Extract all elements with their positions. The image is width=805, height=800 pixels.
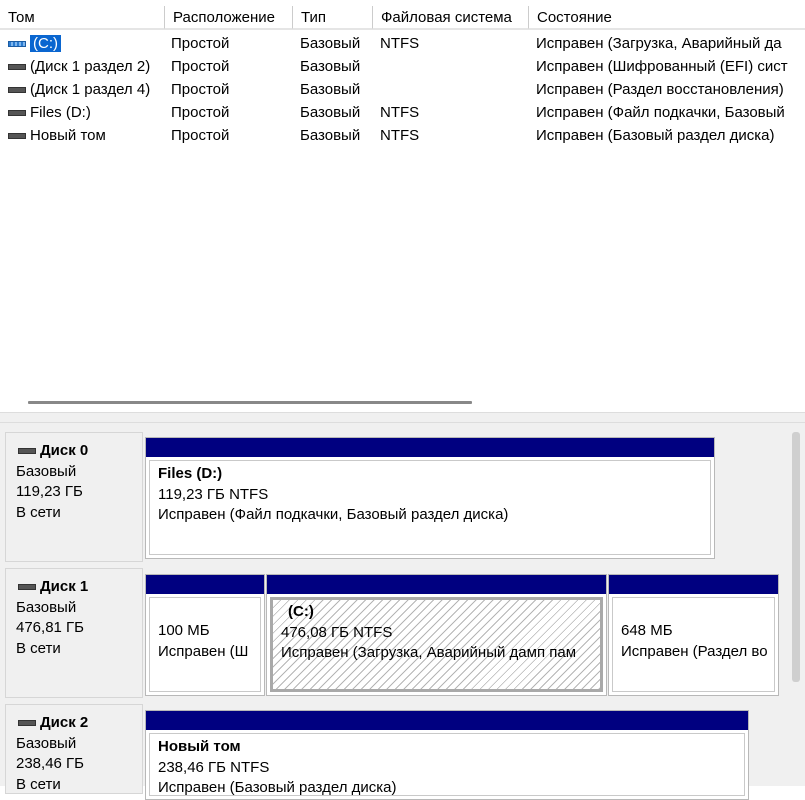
- partition-status: Исправен (Раздел во: [621, 642, 768, 660]
- disk-name: Диск 1: [40, 578, 89, 595]
- disk-state: В сети: [16, 639, 61, 657]
- volume-layout: Простой: [171, 127, 230, 144]
- partition-files-d[interactable]: Files (D:) 119,23 ГБ NTFS Исправен (Файл…: [145, 437, 715, 559]
- volume-status: Исправен (Базовый раздел диска): [536, 127, 775, 144]
- disk-kind: Базовый: [16, 598, 77, 616]
- partition-bar: [609, 575, 778, 594]
- partition-size: 119,23 ГБ NTFS: [158, 485, 269, 503]
- volume-filesystem: NTFS: [380, 104, 420, 121]
- column-header-status[interactable]: Состояние: [529, 6, 805, 29]
- column-header-layout[interactable]: Расположение: [165, 6, 293, 29]
- volume-status: Исправен (Раздел восстановления): [536, 81, 784, 98]
- partition-disk1-efi[interactable]: 100 МБ Исправен (Ш: [145, 574, 265, 696]
- volume-layout: Простой: [171, 104, 230, 121]
- disk-size: 119,23 ГБ: [16, 483, 83, 500]
- partition-status: Исправен (Базовый раздел диска): [158, 779, 397, 796]
- header-divider: [0, 29, 805, 30]
- volume-name: (Диск 1 раздел 2): [30, 58, 151, 75]
- volume-status: Исправен (Шифрованный (EFI) сист: [536, 58, 788, 75]
- disk-state: В сети: [16, 503, 61, 521]
- partition-c[interactable]: (C:) 476,08 ГБ NTFS Исправен (Загрузка, …: [266, 574, 607, 696]
- volume-name: (C:): [30, 35, 61, 52]
- volume-layout: Простой: [171, 35, 230, 52]
- volume-icon: [8, 87, 26, 93]
- volume-icon: [8, 133, 26, 139]
- vertical-scrollbar[interactable]: [792, 432, 800, 682]
- partition-status: Исправен (Файл подкачки, Базовый раздел …: [158, 506, 509, 523]
- volume-row-disk1-part4[interactable]: (Диск 1 раздел 4) Простой Базовый Исправ…: [0, 78, 805, 101]
- system-volume-icon: [8, 41, 26, 47]
- volume-row-files-d[interactable]: Files (D:) Простой Базовый NTFS Исправен…: [0, 101, 805, 124]
- volume-layout: Простой: [171, 58, 230, 75]
- disk-0-label[interactable]: Диск 0 Базовый 119,23 ГБ В сети: [5, 432, 143, 562]
- partition-title: Новый том: [158, 738, 241, 755]
- partition-size: 476,08 ГБ NTFS: [281, 623, 393, 641]
- column-header-type[interactable]: Тип: [293, 6, 373, 29]
- volume-layout: Простой: [171, 81, 230, 98]
- volume-type: Базовый: [300, 104, 361, 121]
- volume-type: Базовый: [300, 58, 361, 75]
- disk-size: 238,46 ГБ: [16, 755, 85, 772]
- partition-bar: [146, 711, 748, 730]
- volume-row-new-volume[interactable]: Новый том Простой Базовый NTFS Исправен …: [0, 124, 805, 147]
- disk-name: Диск 0: [40, 442, 89, 459]
- disk-icon: [18, 720, 36, 726]
- volume-row-disk1-part2[interactable]: (Диск 1 раздел 2) Простой Базовый Исправ…: [0, 55, 805, 78]
- disk-kind: Базовый: [16, 734, 77, 752]
- volume-type: Базовый: [300, 127, 361, 144]
- partition-bar: [146, 438, 714, 457]
- partition-title: Files (D:): [158, 465, 223, 482]
- disk-size: 476,81 ГБ: [16, 619, 85, 636]
- column-header-filesystem[interactable]: Файловая система: [373, 6, 529, 29]
- volume-status: Исправен (Загрузка, Аварийный да: [536, 35, 782, 52]
- volume-type: Базовый: [300, 35, 361, 52]
- disk-1-label[interactable]: Диск 1 Базовый 476,81 ГБ В сети: [5, 568, 143, 698]
- volume-status: Исправен (Файл подкачки, Базовый: [536, 104, 785, 121]
- volume-type: Базовый: [300, 81, 361, 98]
- horizontal-scrollbar[interactable]: [28, 401, 472, 404]
- pane-splitter[interactable]: [0, 412, 805, 423]
- partition-status: Исправен (Ш: [158, 642, 249, 660]
- partition-title: (C:): [288, 603, 314, 620]
- partition-bar: [267, 575, 606, 594]
- disk-icon: [18, 584, 36, 590]
- partition-disk1-recovery[interactable]: 648 МБ Исправен (Раздел во: [608, 574, 779, 696]
- disk-name: Диск 2: [40, 714, 89, 731]
- partition-new-volume[interactable]: Новый том 238,46 ГБ NTFS Исправен (Базов…: [145, 710, 749, 800]
- volume-name: Новый том: [30, 127, 106, 144]
- volume-name: (Диск 1 раздел 4): [30, 81, 151, 98]
- partition-size: 100 МБ: [158, 622, 210, 639]
- partition-size: 238,46 ГБ NTFS: [158, 758, 270, 776]
- partition-size: 648 МБ: [621, 622, 673, 639]
- volume-row-c[interactable]: (C:) Простой Базовый NTFS Исправен (Загр…: [0, 32, 805, 55]
- disk-state: В сети: [16, 775, 61, 793]
- volume-icon: [8, 110, 26, 116]
- disk-kind: Базовый: [16, 462, 77, 480]
- disk-2-label[interactable]: Диск 2 Базовый 238,46 ГБ В сети: [5, 704, 143, 794]
- volume-icon: [8, 64, 26, 70]
- partition-status: Исправен (Загрузка, Аварийный дамп пам: [281, 644, 577, 661]
- volume-filesystem: NTFS: [380, 35, 420, 52]
- partition-bar: [146, 575, 264, 594]
- volume-list-panel: Том Расположение Тип Файловая система Со…: [0, 0, 805, 412]
- disk-icon: [18, 448, 36, 454]
- volume-filesystem: NTFS: [380, 127, 420, 144]
- column-header-volume[interactable]: Том: [0, 6, 165, 29]
- volume-name: Files (D:): [30, 104, 91, 121]
